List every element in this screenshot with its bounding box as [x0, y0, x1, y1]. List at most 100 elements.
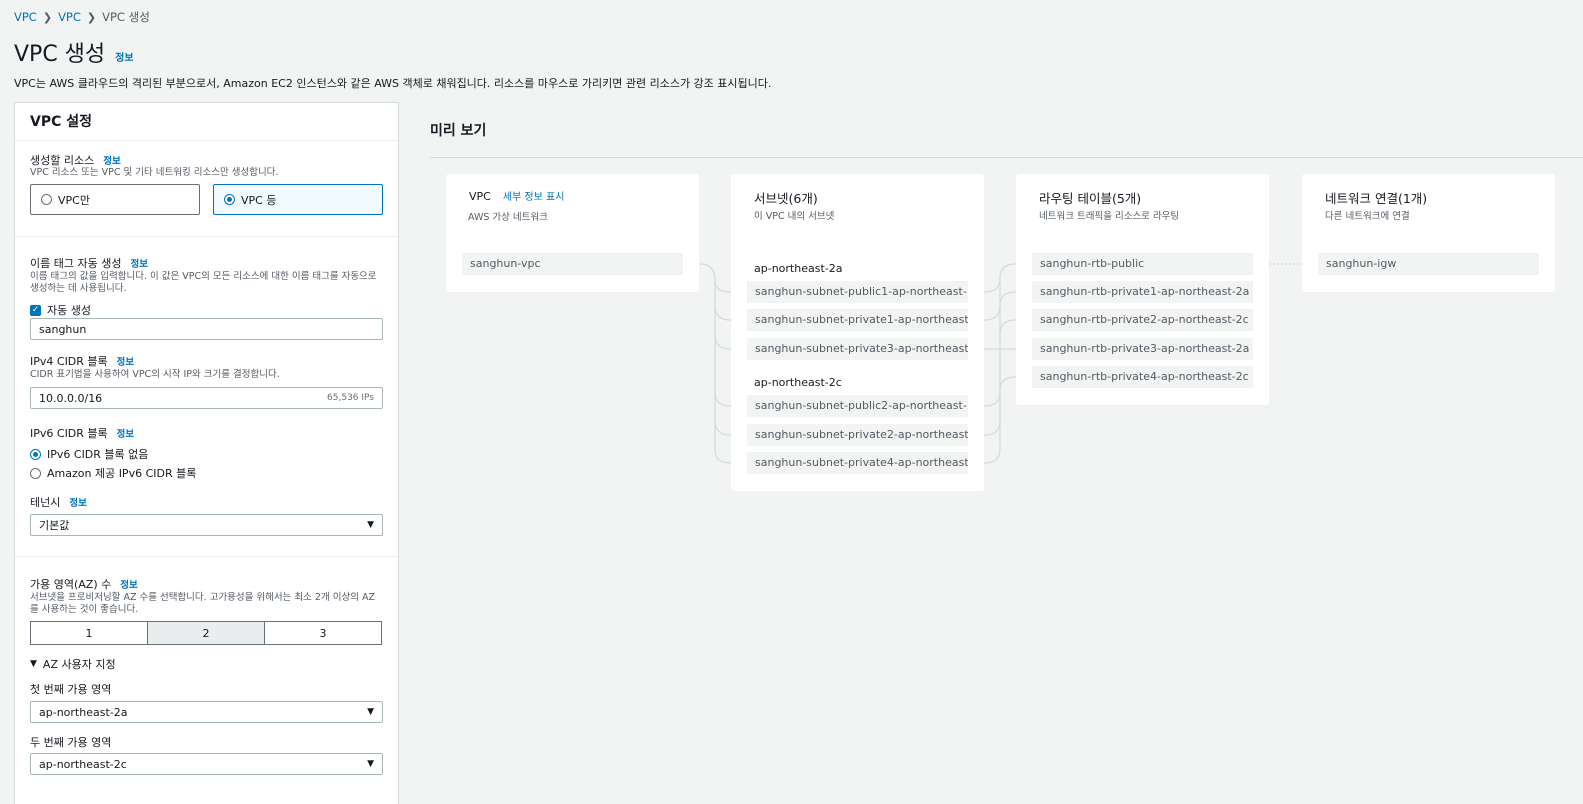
- vpc-card-title: VPC: [469, 190, 491, 203]
- chevron-right-icon: ❯: [86, 10, 97, 24]
- divider: [15, 556, 398, 557]
- ipv4-label: IPv4 CIDR 블록: [30, 355, 108, 368]
- resources-info-link[interactable]: 정보: [103, 153, 120, 167]
- network-connections-card: 네트워크 연결(1개) 다른 네트워크에 연결 sanghun-igw: [1302, 174, 1555, 292]
- breadcrumb-link-vpc-console[interactable]: VPC: [14, 10, 37, 24]
- first-az-label: 첫 번째 가용 영역: [30, 683, 112, 696]
- caret-down-icon: ▼: [30, 659, 37, 669]
- checkbox-checked-icon[interactable]: ✓: [30, 304, 41, 316]
- breadcrumb-link-vpc[interactable]: VPC: [58, 10, 81, 24]
- az-count-description: 서브넷을 프로비저닝할 AZ 수를 선택합니다. 고가용성을 위해서는 최소 2…: [30, 592, 375, 615]
- page-title-row: VPC 생성 정보: [14, 36, 134, 68]
- page-description: VPC는 AWS 클라우드의 격리된 부분으로서, Amazon EC2 인스턴…: [14, 77, 772, 90]
- auto-generate-checkbox-row[interactable]: ✓ 자동 생성: [30, 302, 91, 318]
- vpc-and-more-option[interactable]: VPC 등: [213, 184, 383, 215]
- customize-az-toggle[interactable]: ▼ AZ 사용자 지정: [30, 656, 116, 672]
- vpc-resource[interactable]: sanghun-vpc: [462, 253, 683, 275]
- ipv4-info-link[interactable]: 정보: [117, 354, 134, 368]
- az-count-segmented-control: 1 2 3: [30, 621, 382, 645]
- network-card-subtitle: 다른 네트워크에 연결: [1325, 211, 1410, 222]
- ipv4-cidr-value: 10.0.0.0/16: [39, 391, 103, 405]
- vpc-and-more-label: VPC 등: [241, 193, 277, 207]
- route-table-resource[interactable]: sanghun-rtb-public: [1032, 253, 1253, 275]
- panel-header: VPC 설정: [15, 103, 398, 141]
- vpc-card: VPC 세부 정보 표시 AWS 가상 네트워크 sanghun-vpc: [446, 174, 699, 292]
- name-tag-label-row: 이름 태그 자동 생성 정보: [30, 255, 148, 271]
- vpc-only-label: VPC만: [58, 193, 90, 207]
- name-tag-label: 이름 태그 자동 생성: [30, 257, 122, 270]
- subnet-az-label: ap-northeast-2a: [754, 262, 843, 275]
- subnet-az-label: ap-northeast-2c: [754, 376, 842, 389]
- az-count-option-3[interactable]: 3: [265, 622, 381, 644]
- ipv6-amazon-label: Amazon 제공 IPv6 CIDR 블록: [47, 467, 197, 480]
- breadcrumb: VPC ❯ VPC ❯ VPC 생성: [14, 9, 150, 25]
- tenancy-label-row: 테넌시 정보: [30, 494, 87, 510]
- route-table-resource[interactable]: sanghun-rtb-private1-ap-northeast-2a: [1032, 281, 1253, 303]
- radio-selected-icon: [30, 448, 41, 460]
- ipv4-label-row: IPv4 CIDR 블록 정보: [30, 353, 134, 369]
- caret-down-icon: ▼: [367, 707, 374, 717]
- internet-gateway-resource[interactable]: sanghun-igw: [1318, 253, 1539, 275]
- route-table-resource[interactable]: sanghun-rtb-private4-ap-northeast-2c: [1032, 366, 1253, 388]
- ipv6-amazon-option[interactable]: Amazon 제공 IPv6 CIDR 블록: [30, 465, 196, 481]
- caret-down-icon: ▼: [367, 759, 374, 769]
- auto-generate-label: 자동 생성: [47, 304, 91, 317]
- ipv6-label: IPv6 CIDR 블록: [30, 427, 108, 440]
- caret-down-icon: ▼: [367, 520, 374, 530]
- route-tables-card-title: 라우팅 테이블(5개): [1039, 191, 1142, 206]
- network-card-title: 네트워크 연결(1개): [1325, 191, 1428, 206]
- name-tag-description: 이름 태그의 값을 입력합니다. 이 값은 VPC의 모든 리소스에 대한 이름…: [30, 271, 377, 294]
- az-count-info-link[interactable]: 정보: [120, 577, 137, 591]
- ipv6-none-option[interactable]: IPv6 CIDR 블록 없음: [30, 446, 148, 462]
- az-count-label-row: 가용 영역(AZ) 수 정보: [30, 576, 138, 592]
- az-count-label: 가용 영역(AZ) 수: [30, 578, 112, 591]
- resources-label-row: 생성할 리소스 정보: [30, 152, 121, 168]
- az-count-option-1[interactable]: 1: [31, 622, 148, 644]
- vpc-only-option[interactable]: VPC만: [30, 184, 200, 215]
- first-az-select[interactable]: ap-northeast-2a ▼: [30, 701, 383, 723]
- ipv6-info-link[interactable]: 정보: [117, 426, 134, 440]
- az-count-option-2[interactable]: 2: [148, 622, 265, 644]
- subnet-resource[interactable]: sanghun-subnet-private1-ap-northeast-: [747, 309, 968, 331]
- subnets-card-title: 서브넷(6개): [754, 191, 818, 206]
- radio-icon: [41, 194, 52, 205]
- preview-title: 미리 보기: [430, 123, 487, 139]
- customize-az-label: AZ 사용자 지정: [42, 658, 116, 671]
- second-az-select[interactable]: ap-northeast-2c ▼: [30, 753, 383, 775]
- route-tables-card: 라우팅 테이블(5개) 네트워크 트래픽을 리소스로 라우팅 sanghun-r…: [1016, 174, 1269, 405]
- ipv4-cidr-input[interactable]: 10.0.0.0/16 65,536 IPs: [30, 387, 383, 409]
- second-az-value: ap-northeast-2c: [39, 757, 127, 771]
- tenancy-value: 기본값: [39, 519, 70, 532]
- radio-icon: [30, 467, 41, 479]
- show-details-link[interactable]: 세부 정보 표시: [503, 188, 565, 203]
- page-title: VPC 생성: [14, 42, 106, 67]
- name-tag-info-link[interactable]: 정보: [130, 256, 147, 270]
- second-az-label: 두 번째 가용 영역: [30, 736, 112, 749]
- ipv6-label-row: IPv6 CIDR 블록 정보: [30, 425, 134, 441]
- subnet-resource[interactable]: sanghun-subnet-private2-ap-northeast-: [747, 424, 968, 446]
- subnet-resource[interactable]: sanghun-subnet-public2-ap-northeast-: [747, 395, 968, 417]
- vpc-card-title-row: VPC 세부 정보 표시: [469, 188, 564, 203]
- ipv4-ip-count: 65,536 IPs: [327, 393, 374, 403]
- resources-description: VPC 리소스 또는 VPC 및 기타 네트워킹 리소스만 생성합니다.: [30, 167, 279, 178]
- breadcrumb-current: VPC 생성: [102, 10, 150, 24]
- tenancy-select[interactable]: 기본값 ▼: [30, 514, 383, 536]
- tenancy-label: 테넌시: [30, 496, 61, 509]
- subnets-card-subtitle: 이 VPC 내의 서브넷: [754, 211, 835, 222]
- ipv4-description: CIDR 표기법을 사용하여 VPC의 시작 IP와 크기를 결정합니다.: [30, 369, 280, 380]
- name-tag-input[interactable]: sanghun: [30, 318, 383, 340]
- subnet-resource[interactable]: sanghun-subnet-private3-ap-northeast-: [747, 338, 968, 360]
- chevron-right-icon: ❯: [42, 10, 53, 24]
- subnet-resource[interactable]: sanghun-subnet-public1-ap-northeast-: [747, 281, 968, 303]
- first-az-value: ap-northeast-2a: [39, 705, 128, 719]
- route-table-resource[interactable]: sanghun-rtb-private3-ap-northeast-2a: [1032, 338, 1253, 360]
- resources-label: 생성할 리소스: [30, 154, 95, 167]
- route-tables-card-subtitle: 네트워크 트래픽을 리소스로 라우팅: [1039, 211, 1180, 222]
- tenancy-info-link[interactable]: 정보: [69, 495, 86, 509]
- subnet-resource[interactable]: sanghun-subnet-private4-ap-northeast-: [747, 452, 968, 474]
- page-info-link[interactable]: 정보: [115, 49, 133, 64]
- ipv6-none-label: IPv6 CIDR 블록 없음: [47, 448, 149, 461]
- vpc-settings-panel: VPC 설정 생성할 리소스 정보 VPC 리소스 또는 VPC 및 기타 네트…: [14, 102, 399, 804]
- route-table-resource[interactable]: sanghun-rtb-private2-ap-northeast-2c: [1032, 309, 1253, 331]
- subnets-card: 서브넷(6개) 이 VPC 내의 서브넷 ap-northeast-2a san…: [731, 174, 984, 491]
